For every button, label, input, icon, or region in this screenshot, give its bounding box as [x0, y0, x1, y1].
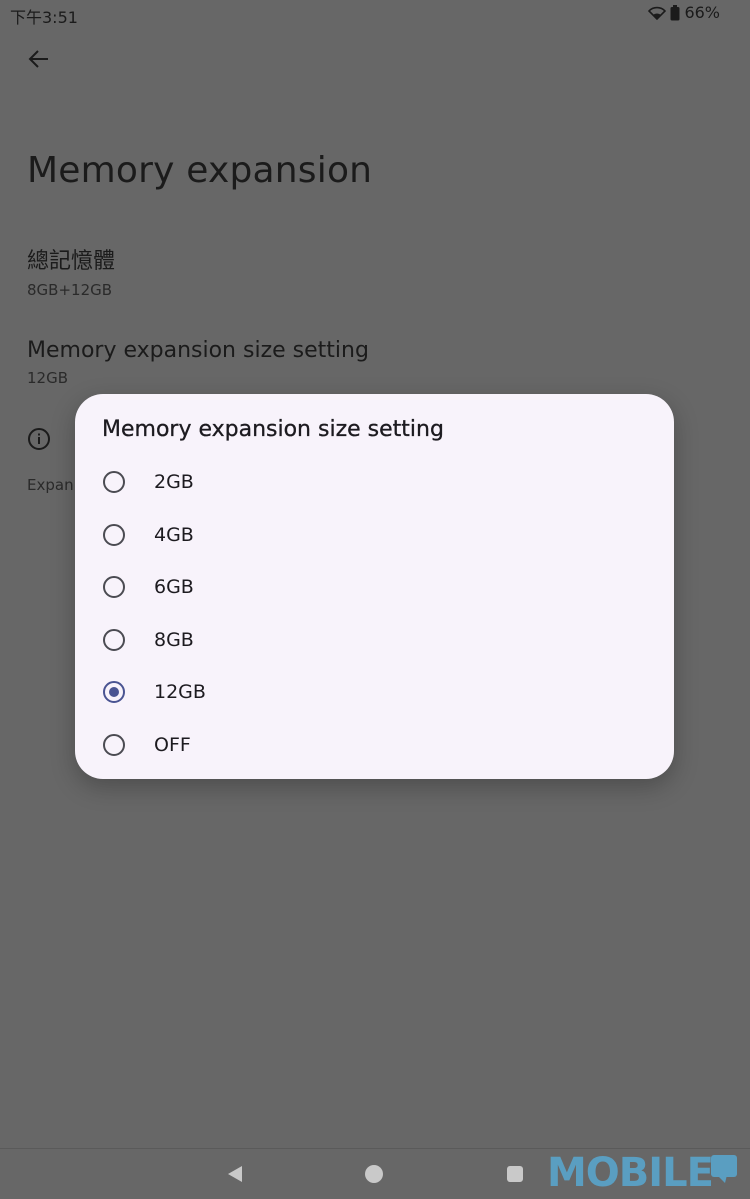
size-setting-value: 12GB: [27, 369, 69, 387]
info-icon: [27, 427, 51, 455]
option-label: 2GB: [154, 471, 194, 493]
radio-button-selected[interactable]: [103, 681, 125, 703]
back-button[interactable]: [22, 46, 56, 76]
option-12gb[interactable]: 12GB: [75, 666, 674, 718]
nav-recents-icon[interactable]: [507, 1166, 523, 1182]
option-8gb[interactable]: 8GB: [75, 614, 674, 666]
radio-button[interactable]: [103, 576, 125, 598]
speech-bubble-icon: [711, 1155, 737, 1183]
radio-button[interactable]: [103, 734, 125, 756]
size-setting-title: Memory expansion size setting: [27, 338, 369, 363]
option-off[interactable]: OFF: [75, 719, 674, 771]
wifi-icon: [648, 6, 667, 20]
watermark-logo: MOBILE: [547, 1150, 714, 1196]
option-label: 6GB: [154, 576, 194, 598]
footer-text: Expan: [27, 476, 74, 494]
dialog-title: Memory expansion size setting: [102, 417, 444, 442]
status-icons: 66%: [648, 3, 720, 22]
page-title: Memory expansion: [27, 150, 373, 191]
battery-percent: 66%: [684, 3, 720, 22]
status-bar: 下午3:51 66%: [0, 0, 750, 30]
arrow-left-icon: [28, 49, 50, 73]
nav-back-icon[interactable]: [226, 1165, 244, 1187]
option-4gb[interactable]: 4GB: [75, 509, 674, 561]
battery-icon: [670, 4, 680, 21]
size-setting-pref[interactable]: Memory expansion size setting 12GB: [27, 338, 369, 387]
option-2gb[interactable]: 2GB: [75, 456, 674, 508]
option-label: 4GB: [154, 524, 194, 546]
option-label: 12GB: [154, 681, 206, 703]
radio-button[interactable]: [103, 629, 125, 651]
option-6gb[interactable]: 6GB: [75, 561, 674, 613]
option-label: 8GB: [154, 629, 194, 651]
status-time: 下午3:51: [10, 8, 78, 27]
radio-button[interactable]: [103, 524, 125, 546]
option-label: OFF: [154, 734, 191, 756]
size-setting-dialog: Memory expansion size setting 2GB 4GB 6G…: [75, 394, 674, 779]
total-memory-pref: 總記憶體 8GB+12GB: [27, 243, 115, 299]
nav-home-icon[interactable]: [365, 1165, 383, 1183]
radio-button[interactable]: [103, 471, 125, 493]
total-memory-value: 8GB+12GB: [27, 281, 113, 299]
total-memory-title: 總記憶體: [27, 249, 116, 274]
